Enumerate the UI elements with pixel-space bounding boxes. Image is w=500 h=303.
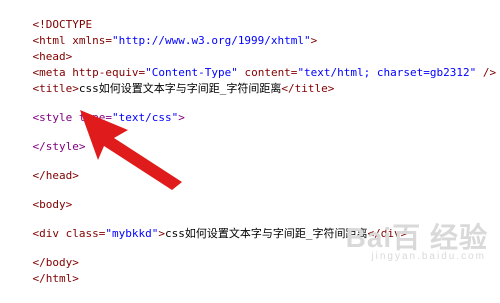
class-attr-token: class= [59,227,106,240]
red-arrow-pointer-icon [80,110,182,190]
html-open-token: <html [32,34,66,47]
html-close-token: </html> [32,272,79,285]
http-equiv-attr-token: http-equiv= [65,66,146,79]
title-text: css如何设置文本字与字间距_字符间距离 [78,82,282,95]
class-value-token: "mybkkd" [105,227,159,240]
html-open-end-token: > [310,34,318,47]
code-line-meta: <meta http-equiv="Content-Type" content=… [6,49,500,79]
head-open-token: <head> [32,50,73,63]
style-open-token: <style [32,111,73,124]
content-value-token: "text/html; charset=gb2312" [297,66,477,79]
meta-close-token: /> [476,66,497,79]
div-open-token: <div [32,227,60,240]
watermark-subtext: jingyan.baidu.com [371,251,486,262]
title-close-token: </title> [281,82,335,95]
xmlns-attr-token: xmlns= [65,34,112,47]
content-attr-token: content= [237,66,298,79]
baidu-jingyan-watermark: Bai百 经验 [345,222,488,253]
code-line-doctype: <!DOCTYPE [6,1,500,31]
title-open-token: <title> [32,82,79,95]
body-close-token: </body> [32,256,79,269]
http-equiv-value-token: "Content-Type" [145,66,238,79]
div-text: css如何设置文本字与字间距_字符间距离 [164,227,368,240]
xmlns-value-token: "http://www.w3.org/1999/xhtml" [111,34,311,47]
meta-open-token: <meta [32,66,66,79]
doctype-token: <!DOCTYPE [32,18,93,31]
div-open-end-token: > [158,227,165,240]
body-open-token: <body> [32,198,73,211]
